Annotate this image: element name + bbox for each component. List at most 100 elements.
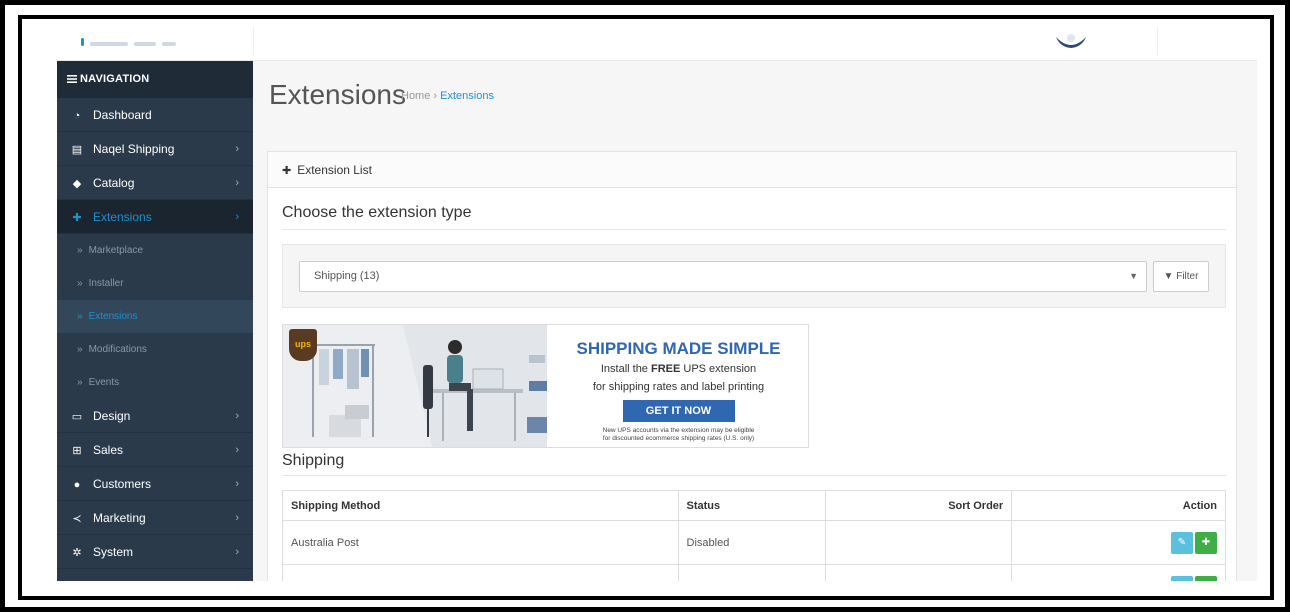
install-button[interactable]: ✚ — [1195, 531, 1217, 554]
sidebar-subitem-label: Extensions — [88, 311, 138, 322]
shipping-method-name: Australia Post — [282, 520, 679, 565]
sidebar-subitem-extensions[interactable]: » Extensions — [57, 300, 253, 333]
column-header-sort-order: Sort Order — [825, 490, 1013, 521]
fine-print-line: New UPS accounts via the extension may b… — [602, 427, 755, 434]
filter-button[interactable]: ▼ Filter — [1153, 261, 1209, 292]
dashboard-icon: ◔ — [73, 110, 81, 122]
sidebar-item-label: Sales — [93, 443, 124, 457]
panel-heading-label: Extension List — [297, 163, 372, 177]
sidebar-subitem-marketplace[interactable]: » Marketplace — [57, 234, 253, 267]
office-illustration — [283, 325, 547, 447]
chevron-right-icon: › — [235, 410, 239, 422]
filter-well: Shipping (13) ▼ ▼ Filter — [282, 244, 1226, 308]
breadcrumb-home[interactable]: Home — [401, 90, 430, 102]
fine-print-line: for discounted ecommerce shipping rates … — [602, 435, 755, 442]
shipping-method-name: EC-Ship — [282, 564, 679, 581]
chevron-right-icon: › — [235, 143, 239, 155]
chevron-right-icon: › — [235, 211, 239, 223]
sidebar-subitem-label: Modifications — [88, 344, 147, 355]
screenshot-frame: NAVIGATION ◔ Dashboard ▤ Naqel Shipping › … — [18, 15, 1274, 600]
install-button[interactable]: ✚ — [1195, 575, 1217, 582]
divider — [282, 229, 1226, 230]
sidebar-item-marketing[interactable]: ≺ Marketing › — [57, 501, 253, 535]
sidebar-item-label: Design — [93, 409, 131, 423]
sidebar: NAVIGATION ◔ Dashboard ▤ Naqel Shipping › … — [57, 61, 253, 581]
sidebar-item-system[interactable]: ✲ System › — [57, 535, 253, 569]
sidebar-subitem-modifications[interactable]: » Modifications — [57, 333, 253, 366]
shipping-method-sort-order — [825, 564, 1013, 581]
chevron-right-icon: › — [235, 478, 239, 490]
user-icon: ● — [73, 479, 81, 491]
shipping-method-sort-order — [825, 520, 1013, 565]
row-actions: ✎✚ — [1011, 520, 1226, 565]
sidebar-item-label: Marketing — [93, 511, 146, 525]
panel-heading: ✚ Extension List — [268, 152, 1236, 188]
divider — [282, 475, 1226, 476]
sidebar-item-dashboard[interactable]: ◔ Dashboard — [57, 98, 253, 132]
sidebar-subitem-label: Installer — [88, 278, 124, 289]
extension-type-heading: Choose the extension type — [282, 204, 472, 221]
ups-promo-banner[interactable]: ups SHIPPING MADE SIMPLE Install the FRE… — [282, 324, 809, 448]
share-icon: ≺ — [72, 513, 82, 525]
column-header-action: Action — [1011, 490, 1226, 521]
filter-icon: ▼ — [1163, 271, 1174, 282]
extension-list-panel: ✚ Extension List Choose the extension typ… — [267, 151, 1237, 581]
navigation-header: NAVIGATION — [57, 61, 253, 98]
plus-circle-icon: ✚ — [1201, 536, 1211, 548]
ups-banner-illustration: ups — [283, 325, 547, 447]
shipping-method-status: Disabled — [677, 520, 827, 565]
table-row: EC-Ship Disabled ✎✚ — [282, 564, 1226, 582]
chevron-right-icon: › — [235, 546, 239, 558]
sidebar-item-label: Naqel Shipping — [93, 142, 175, 156]
banner-text: Install the — [600, 363, 651, 375]
sidebar-item-customers[interactable]: ● Customers › — [57, 467, 253, 501]
sidebar-item-label: Catalog — [93, 176, 135, 190]
sidebar-item-naqel-shipping[interactable]: ▤ Naqel Shipping › — [57, 132, 253, 166]
column-header-shipping-method: Shipping Method — [282, 490, 679, 521]
sidebar-item-catalog[interactable]: ◆ Catalog › — [57, 166, 253, 200]
top-header — [57, 21, 1257, 61]
chevron-right-icon: › — [235, 177, 239, 189]
shipping-method-status: Disabled — [677, 564, 827, 581]
chevron-right-icon: › — [235, 444, 239, 456]
chevron-right-icon: › — [235, 512, 239, 524]
puzzle-icon: ✚ — [72, 212, 82, 224]
banner-subline-2: for shipping rates and label printing — [592, 381, 765, 393]
plus-circle-icon: ✚ — [1202, 581, 1210, 582]
cart-icon: ⊞ — [72, 445, 82, 457]
table-header-row: Shipping Method Status Sort Order Action — [282, 490, 1226, 521]
edit-button[interactable]: ✎ — [1171, 531, 1193, 554]
ups-logo: ups — [289, 329, 317, 361]
main-content: Extensions Home › Extensions ✚ Extension … — [253, 61, 1257, 581]
tag-icon: ◆ — [72, 178, 82, 190]
user-avatar-icon[interactable] — [1054, 33, 1088, 51]
menu-icon — [67, 75, 77, 84]
breadcrumb-separator: › — [433, 90, 438, 102]
banner-subline-1: Install the FREE UPS extension — [547, 362, 808, 377]
sidebar-subitem-events[interactable]: » Events — [57, 366, 253, 399]
logo[interactable] — [81, 35, 221, 46]
page-title: Extensions — [269, 79, 406, 110]
sidebar-subitem-installer[interactable]: » Installer — [57, 267, 253, 300]
extension-type-selected: Shipping (13) — [314, 270, 380, 282]
sidebar-item-sales[interactable]: ⊞ Sales › — [57, 433, 253, 467]
pencil-icon: ✎ — [1178, 581, 1186, 582]
shipping-section-title: Shipping — [282, 452, 345, 469]
edit-button[interactable]: ✎ — [1171, 575, 1193, 582]
shipping-methods-table: Shipping Method Status Sort Order Action… — [282, 490, 1226, 581]
column-header-status: Status — [677, 490, 827, 521]
sidebar-item-label: System — [93, 545, 134, 559]
row-actions: ✎✚ — [1011, 564, 1226, 582]
banner-headline: SHIPPING MADE SIMPLE — [576, 339, 781, 358]
sidebar-item-label: Customers — [93, 477, 152, 491]
shipping-icon: ▤ — [71, 144, 83, 156]
get-it-now-button[interactable]: GET IT NOW — [622, 400, 735, 422]
sidebar-item-extensions[interactable]: ✚ Extensions › — [57, 200, 253, 234]
pencil-icon: ✎ — [1177, 536, 1187, 548]
header-divider — [253, 27, 254, 55]
extension-type-select[interactable]: Shipping (13) ▼ — [299, 261, 1147, 292]
sidebar-item-design[interactable]: ▭ Design › — [57, 399, 253, 433]
banner-text: UPS extension — [680, 363, 757, 375]
filter-button-label: Filter — [1176, 271, 1199, 282]
breadcrumb-current[interactable]: Extensions — [440, 90, 494, 102]
